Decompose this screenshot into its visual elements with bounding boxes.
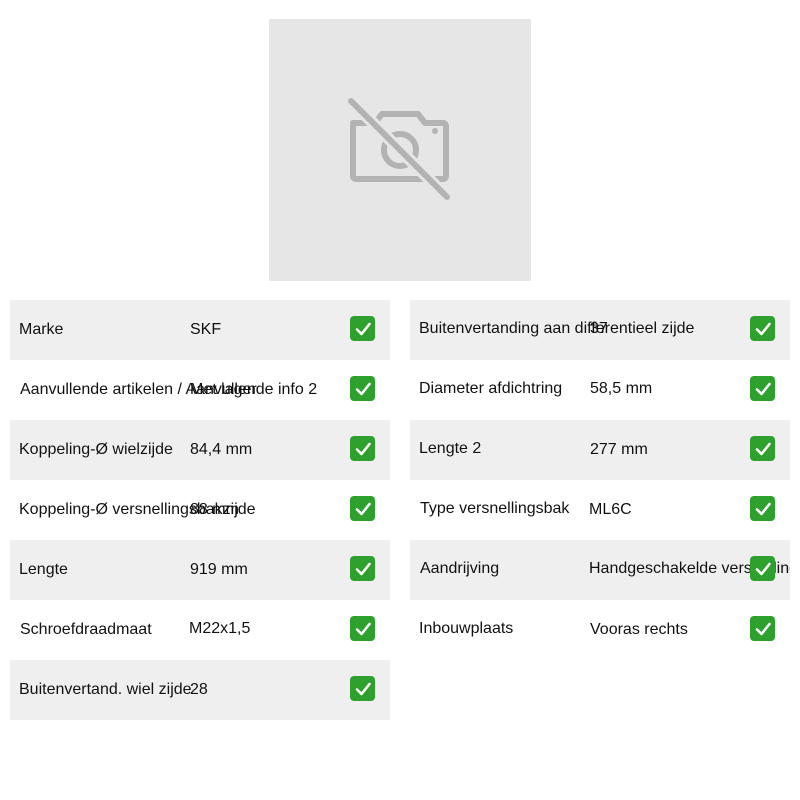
spec-row: Type versnellingsbak ML6C (410, 480, 790, 540)
check-mark-icon (350, 676, 375, 701)
spec-value: ML6C (589, 501, 632, 518)
spec-row: Koppeling-Ø versnellingsbakzijde 88 mm (10, 480, 390, 540)
spec-table-left: Marke SKF Aanvullende artikelen / Aanvul… (10, 300, 390, 720)
spec-value: 58,5 mm (590, 380, 653, 397)
spec-label: Inbouwplaats (419, 620, 514, 637)
spec-value: M22x1,5 (189, 620, 251, 637)
spec-value: Vooras rechts (590, 621, 688, 638)
spec-value: 88 mm (190, 501, 239, 518)
check-mark-icon (750, 436, 775, 461)
spec-value: 84,4 mm (190, 441, 253, 458)
spec-label: Lengte 2 (419, 440, 482, 457)
check-mark-icon (750, 556, 775, 581)
check-mark-icon (750, 496, 775, 521)
spec-label: Lengte (19, 561, 68, 578)
spec-row: Buitenvertand. wiel zijde 28 (10, 660, 390, 720)
check-mark-icon (750, 376, 775, 401)
spec-row: Lengte 919 mm (10, 540, 390, 600)
spec-label: Aandrijving (420, 560, 500, 577)
spec-value: 37 (590, 320, 608, 337)
spec-label: Marke (19, 321, 64, 338)
spec-label: Type versnellingsbak (420, 500, 570, 517)
spec-label: Schroefdraadmaat (20, 621, 152, 638)
spec-label: Buitenvertanding aan differentieel zijde (419, 320, 695, 337)
spec-row: Aandrijving Handgeschakelde versnellings… (410, 540, 790, 600)
check-mark-icon (350, 316, 375, 341)
spec-label: Koppeling-Ø wielzijde (19, 441, 173, 458)
check-mark-icon (350, 616, 375, 641)
spec-table-right: Buitenvertanding aan differentieel zijde… (410, 300, 790, 660)
spec-value: 919 mm (190, 561, 248, 578)
spec-row: Schroefdraadmaat M22x1,5 (10, 600, 390, 660)
spec-row: Aanvullende artikelen / Aanvullende info… (10, 360, 390, 420)
no-camera-icon (345, 95, 453, 203)
spec-row: Lengte 2 277 mm (410, 420, 790, 480)
spec-value: SKF (190, 321, 222, 338)
spec-value: Met lager (190, 381, 257, 398)
product-image-placeholder (269, 19, 531, 281)
spec-row: Diameter afdichtring 58,5 mm (410, 360, 790, 420)
spec-row: Marke SKF (10, 300, 390, 360)
spec-label: Buitenvertand. wiel zijde (19, 681, 192, 698)
spec-value: 277 mm (590, 441, 648, 458)
check-mark-icon (750, 616, 775, 641)
spec-label: Aanvullende artikelen / Aanvullende info… (20, 381, 318, 398)
spec-value: 28 (190, 681, 208, 698)
check-mark-icon (350, 496, 375, 521)
spec-row: Inbouwplaats Vooras rechts (410, 600, 790, 660)
check-mark-icon (350, 436, 375, 461)
check-mark-icon (350, 556, 375, 581)
spec-row: Buitenvertanding aan differentieel zijde… (410, 300, 790, 360)
spec-label: Diameter afdichtring (419, 380, 563, 397)
check-mark-icon (350, 376, 375, 401)
spec-row: Koppeling-Ø wielzijde 84,4 mm (10, 420, 390, 480)
check-mark-icon (750, 316, 775, 341)
